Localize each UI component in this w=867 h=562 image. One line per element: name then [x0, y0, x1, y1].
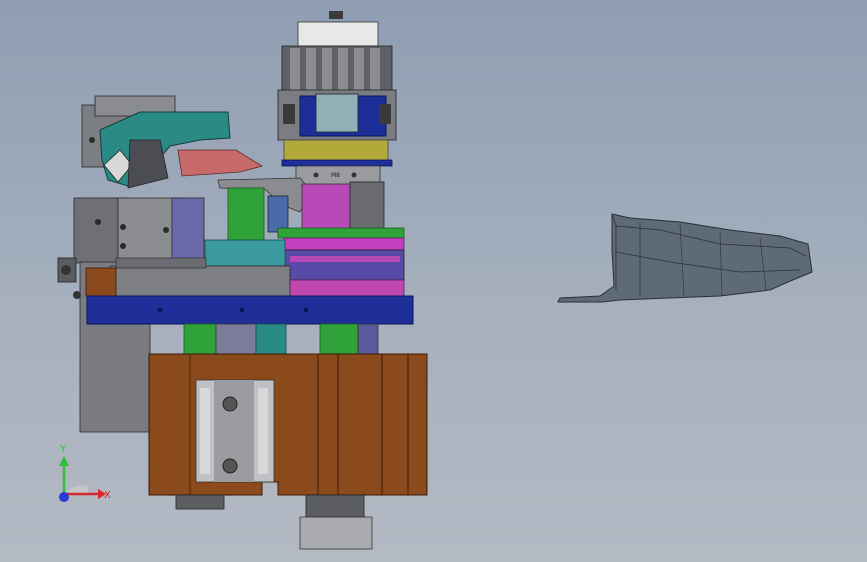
support-posts[interactable]	[183, 323, 379, 355]
formed-sheet-part[interactable]	[557, 213, 813, 303]
x-axis-label: X	[104, 490, 111, 501]
y-axis-label: Y	[59, 444, 67, 455]
cad-viewport[interactable]: M8 X Y	[0, 0, 867, 562]
brown-base-block[interactable]	[148, 353, 428, 496]
teal-spacer[interactable]	[204, 239, 286, 267]
disc-stack[interactable]	[277, 227, 405, 299]
z-axis-dot	[59, 492, 69, 502]
teal-clamp-arm[interactable]	[99, 111, 263, 189]
olive-collar[interactable]	[281, 139, 393, 167]
orientation-triad: X Y	[59, 444, 111, 502]
y-arrowhead-icon	[59, 456, 69, 466]
cylinder-inset[interactable]	[195, 379, 275, 483]
navy-mount-plate[interactable]	[86, 295, 414, 325]
spindle-cap[interactable]	[297, 11, 379, 47]
bottom-feet[interactable]	[175, 494, 373, 550]
spindle-chuck[interactable]	[277, 45, 397, 141]
part-mark-label: M8	[331, 172, 340, 179]
model-canvas[interactable]: M8 X Y	[0, 0, 867, 562]
